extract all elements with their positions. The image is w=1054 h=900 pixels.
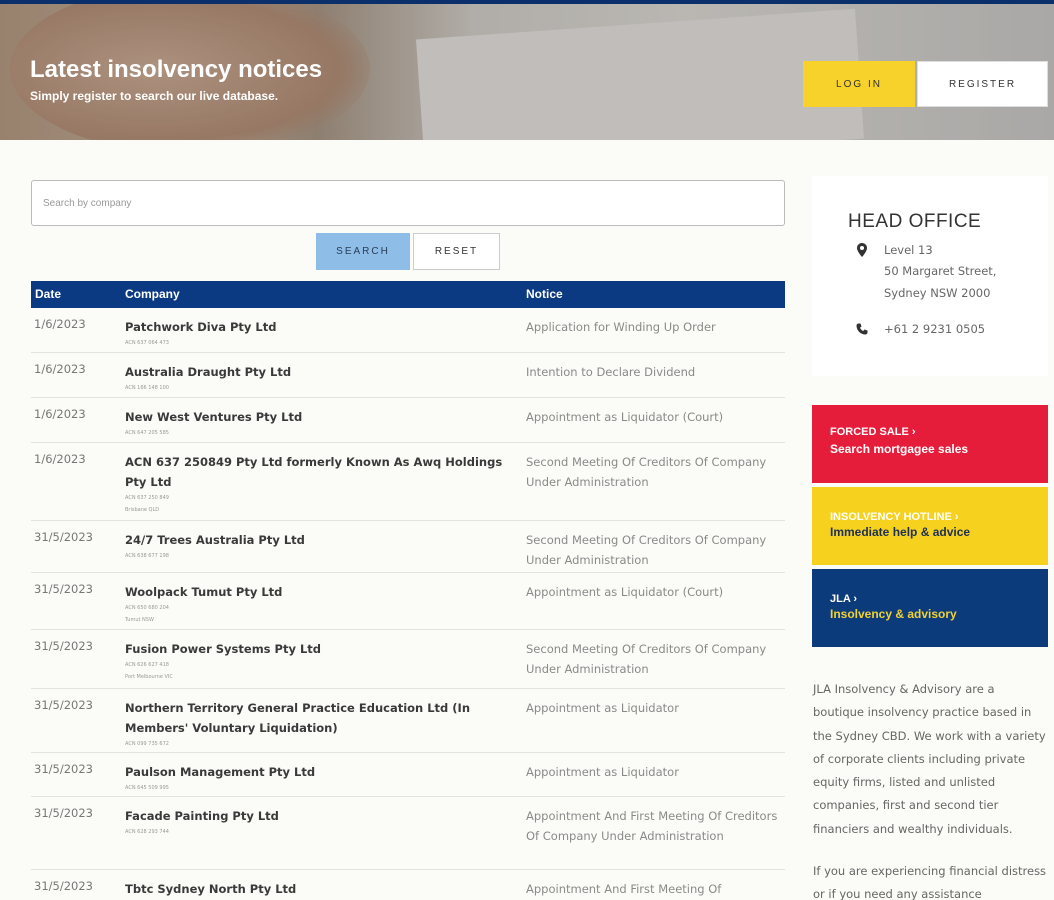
row-company-detail: ACN 099 735 672 bbox=[125, 741, 169, 747]
row-company-name[interactable]: Tbtc Sydney North Pty Ltd bbox=[125, 882, 296, 896]
table-header: Date Company Notice bbox=[31, 281, 785, 308]
row-company-detail: ACN 650 680 204 bbox=[125, 605, 169, 611]
promo-title: INSOLVENCY HOTLINE › bbox=[830, 511, 959, 523]
login-button[interactable]: LOG IN bbox=[803, 61, 915, 107]
row-company-detail: ACN 637 250 849 bbox=[125, 495, 169, 501]
column-header-company: Company bbox=[125, 287, 180, 301]
table-row[interactable]: 31/5/2023 Fusion Power Systems Pty Ltd ACN… bbox=[31, 630, 785, 689]
row-date: 1/6/2023 bbox=[34, 317, 86, 331]
promo-title: FORCED SALE › bbox=[830, 426, 916, 438]
column-header-notice: Notice bbox=[526, 287, 563, 301]
office-address-line-2: 50 Margaret Street, bbox=[884, 264, 997, 278]
page-title: Latest insolvency notices bbox=[30, 56, 323, 83]
table-row[interactable]: 1/6/2023 Australia Draught Pty Ltd ACN 166… bbox=[31, 353, 785, 398]
row-company-detail: ACN 647 205 585 bbox=[125, 430, 169, 436]
table-row[interactable]: 1/6/2023 ACN 637 250849 Pty Ltd formerly … bbox=[31, 443, 785, 521]
row-notice: Second Meeting Of Creditors Of Company U… bbox=[526, 455, 767, 489]
promo-title: JLA › bbox=[830, 593, 858, 605]
row-date: 31/5/2023 bbox=[34, 762, 93, 776]
row-date: 31/5/2023 bbox=[34, 806, 93, 820]
row-notice: Appointment as Liquidator (Court) bbox=[526, 585, 724, 599]
row-company-detail: ACN 638 677 198 bbox=[125, 553, 169, 559]
search-input[interactable] bbox=[31, 180, 785, 226]
row-company-detail: Brisbane QLD bbox=[125, 507, 160, 513]
row-company-detail: ACN 628 293 744 bbox=[125, 829, 169, 835]
office-phone[interactable]: +61 2 9231 0505 bbox=[884, 322, 985, 336]
row-date: 31/5/2023 bbox=[34, 639, 93, 653]
office-address-line-1: Level 13 bbox=[884, 243, 933, 257]
row-company-detail: ACN 626 627 418 bbox=[125, 662, 169, 668]
row-date: 1/6/2023 bbox=[34, 407, 86, 421]
row-company-detail: ACN 645 509 995 bbox=[125, 785, 169, 791]
row-notice: Second Meeting Of Creditors Of Company U… bbox=[526, 533, 767, 567]
row-notice: Appointment as Liquidator bbox=[526, 765, 679, 779]
table-row[interactable]: 31/5/2023 Paulson Management Pty Ltd ACN 6… bbox=[31, 753, 785, 797]
table-row[interactable]: 31/5/2023 24/7 Trees Australia Pty Ltd ACN… bbox=[31, 521, 785, 573]
table-row[interactable]: 31/5/2023 Tbtc Sydney North Pty Ltd Appoin… bbox=[31, 870, 785, 900]
row-company-name[interactable]: Australia Draught Pty Ltd bbox=[125, 365, 291, 379]
row-company-name[interactable]: New West Ventures Pty Ltd bbox=[125, 410, 302, 424]
row-notice: Application for Winding Up Order bbox=[526, 320, 716, 334]
promo-subtitle: Insolvency & advisory bbox=[830, 607, 957, 621]
table-row[interactable]: 31/5/2023 Northern Territory General Prac… bbox=[31, 689, 785, 753]
row-notice: Second Meeting Of Creditors Of Company U… bbox=[526, 642, 767, 676]
row-date: 31/5/2023 bbox=[34, 582, 93, 596]
search-button[interactable]: SEARCH bbox=[316, 233, 410, 270]
page-subtitle: Simply register to search our live datab… bbox=[30, 89, 279, 103]
row-company-name[interactable]: ACN 637 250849 Pty Ltd formerly Known As… bbox=[125, 455, 502, 489]
jla-advisory-tile[interactable]: JLA › Insolvency & advisory bbox=[812, 569, 1048, 647]
row-date: 1/6/2023 bbox=[34, 452, 86, 466]
row-date: 1/6/2023 bbox=[34, 362, 86, 376]
column-header-date: Date bbox=[35, 287, 62, 301]
row-notice: Appointment as Liquidator (Court) bbox=[526, 410, 724, 424]
head-office-title: HEAD OFFICE bbox=[848, 211, 982, 232]
row-date: 31/5/2023 bbox=[34, 698, 93, 712]
promo-subtitle: Immediate help & advice bbox=[830, 525, 971, 539]
row-notice: Appointment And First Meeting Of bbox=[526, 882, 722, 896]
row-notice: Appointment as Liquidator bbox=[526, 701, 679, 715]
about-paragraph: JLA Insolvency & Advisory are a boutique… bbox=[813, 682, 1046, 836]
register-button[interactable]: REGISTER bbox=[917, 61, 1048, 107]
row-company-name[interactable]: Fusion Power Systems Pty Ltd bbox=[125, 642, 321, 656]
row-company-name[interactable]: Paulson Management Pty Ltd bbox=[125, 765, 315, 779]
insolvency-hotline-tile[interactable]: INSOLVENCY HOTLINE › Immediate help & ad… bbox=[812, 487, 1048, 565]
forced-sale-tile[interactable]: FORCED SALE › Search mortgagee sales bbox=[812, 405, 1048, 483]
table-row[interactable]: 31/5/2023 Facade Painting Pty Ltd ACN 628 … bbox=[31, 797, 785, 870]
row-company-name[interactable]: Facade Painting Pty Ltd bbox=[125, 809, 279, 823]
map-pin-icon bbox=[857, 243, 867, 257]
row-company-name[interactable]: Woolpack Tumut Pty Ltd bbox=[125, 585, 282, 599]
promo-subtitle: Search mortgagee sales bbox=[830, 442, 969, 456]
reset-button[interactable]: RESET bbox=[413, 233, 500, 270]
office-address-line-3: Sydney NSW 2000 bbox=[884, 286, 991, 300]
row-company-detail: ACN 166 148 100 bbox=[125, 385, 169, 391]
about-paragraph-2: If you are experiencing financial distre… bbox=[813, 864, 1047, 900]
row-company-detail: Tumut NSW bbox=[125, 617, 154, 623]
phone-icon bbox=[856, 323, 868, 335]
row-notice: Intention to Declare Dividend bbox=[526, 365, 696, 379]
row-company-detail: ACN 637 064 473 bbox=[125, 340, 169, 346]
row-company-detail: Port Melbourne VIC bbox=[125, 674, 173, 680]
table-row[interactable]: 1/6/2023 Patchwork Diva Pty Ltd ACN 637 06… bbox=[31, 308, 785, 353]
row-company-name[interactable]: Patchwork Diva Pty Ltd bbox=[125, 320, 276, 334]
table-row[interactable]: 31/5/2023 Woolpack Tumut Pty Ltd ACN 650 6… bbox=[31, 573, 785, 630]
row-date: 31/5/2023 bbox=[34, 879, 93, 893]
row-date: 31/5/2023 bbox=[34, 530, 93, 544]
row-notice: Appointment And First Meeting Of Credito… bbox=[526, 809, 778, 843]
row-company-name[interactable]: 24/7 Trees Australia Pty Ltd bbox=[125, 533, 305, 547]
row-company-name[interactable]: Northern Territory General Practice Educ… bbox=[125, 701, 470, 735]
table-row[interactable]: 1/6/2023 New West Ventures Pty Ltd ACN 647… bbox=[31, 398, 785, 443]
